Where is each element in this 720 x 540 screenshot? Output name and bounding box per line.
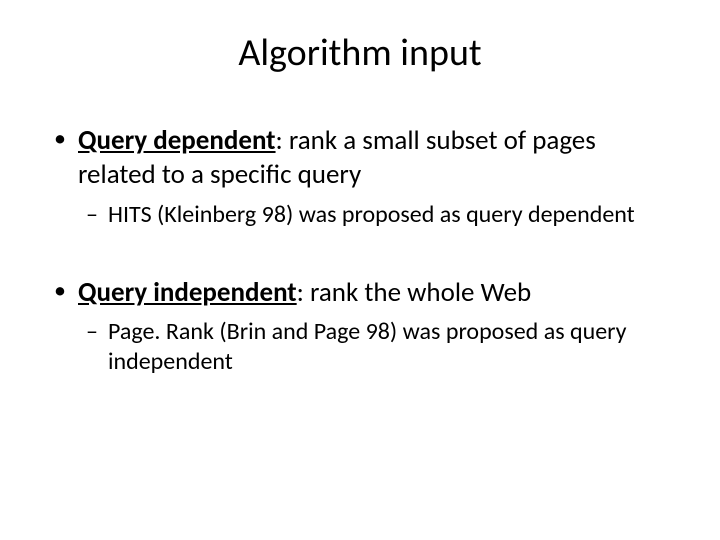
bullet-level2: HITS (Kleinberg 98) was proposed as quer… <box>82 200 670 230</box>
bullet-text: : rank the whole Web <box>297 276 532 309</box>
bullet-level2: Page. Rank (Brin and Page 98) was propos… <box>82 317 670 377</box>
sub-bullet-text: Page. Rank (Brin and Page 98) was propos… <box>108 317 627 376</box>
bullet-level1: Query dependent: rank a small subset of … <box>50 124 670 192</box>
slide-title: Algorithm input <box>50 30 670 76</box>
sub-bullet-text: HITS (Kleinberg 98) was proposed as quer… <box>108 200 635 229</box>
bullet-bold-term: Query independent <box>78 276 297 309</box>
slide: Algorithm input Query dependent: rank a … <box>0 0 720 540</box>
spacer <box>50 238 670 276</box>
bullet-level1: Query independent: rank the whole Web <box>50 276 670 310</box>
bullet-bold-term: Query dependent <box>78 124 276 157</box>
